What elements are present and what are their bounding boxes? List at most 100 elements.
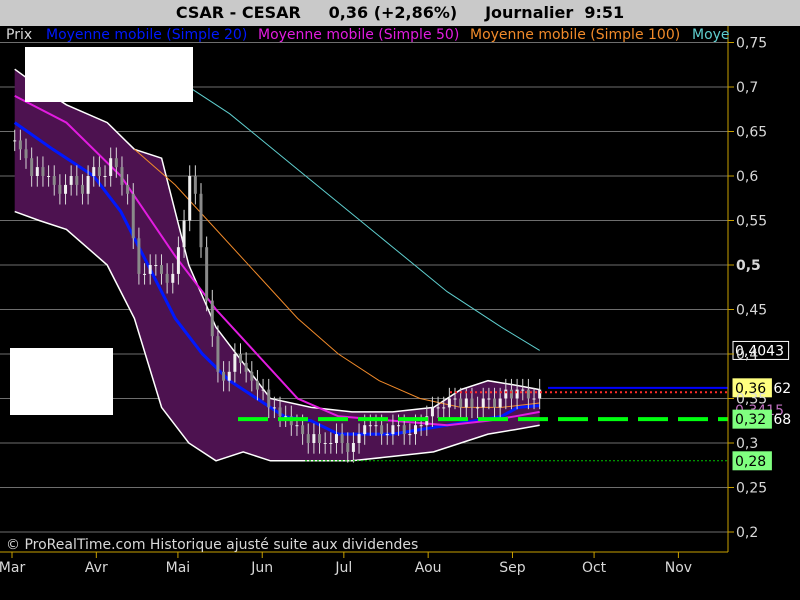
candle-body [41, 167, 45, 176]
candle-body [137, 238, 141, 274]
hidden-box [10, 348, 113, 415]
candle-body [233, 354, 237, 372]
candle-body [222, 371, 226, 381]
x-tick-label: Aou [415, 560, 442, 576]
x-tick-label: Nov [665, 560, 692, 576]
x-tick-label: Sep [499, 560, 526, 576]
level-extra: 62 [773, 381, 791, 397]
candle-body [120, 167, 124, 185]
candle-body [126, 184, 130, 194]
candle-body [188, 176, 192, 221]
candle-body [52, 176, 56, 185]
candle-body [498, 398, 502, 408]
candle-body [521, 389, 525, 391]
candle-body [103, 176, 107, 177]
legend-entry: Prix [6, 27, 32, 43]
level-label: 0,28 [735, 454, 766, 470]
candle-body [329, 443, 333, 444]
candle-body [272, 407, 276, 409]
candle-body [538, 389, 542, 399]
candle-body [148, 265, 152, 274]
candle-body [402, 425, 406, 435]
candle-body [312, 434, 316, 443]
candle-body [165, 273, 169, 283]
candle-body [413, 425, 417, 435]
x-tick-label: Mai [166, 560, 191, 576]
candle-body [509, 389, 513, 399]
candle-body [18, 140, 22, 150]
candle-body [351, 443, 355, 452]
candle-body [216, 336, 220, 372]
y-tick-label: 0,6 [736, 169, 758, 185]
candle-body [380, 425, 384, 435]
candle-body [453, 398, 457, 400]
candle-body [442, 407, 446, 409]
candle-body [255, 380, 259, 390]
legend-entry: Moyenne mobile (Simple 20) [46, 27, 247, 43]
candle-body [295, 425, 299, 427]
candle-body [261, 389, 265, 391]
level-label: 0,32 [735, 412, 766, 428]
y-tick-label: 0,3 [736, 436, 758, 452]
y-tick-label: 0,45 [736, 303, 767, 319]
candle-body [318, 434, 322, 443]
candle-body [493, 398, 497, 408]
candle-body [346, 443, 350, 452]
candle-body [526, 389, 530, 399]
candle-body [154, 265, 158, 266]
candle-body [278, 407, 282, 417]
candle-body [210, 300, 214, 337]
x-tick-label: Mar [0, 560, 25, 576]
level-extra: 68 [773, 412, 791, 428]
y-tick-label: 0,65 [736, 125, 767, 141]
candle-body [334, 434, 338, 443]
candle-body [227, 371, 231, 381]
legend-entry: Moyenne mobile (Simple 50) [258, 27, 459, 43]
x-tick-label: Oct [582, 560, 607, 576]
candle-body [159, 265, 163, 274]
candle-body [504, 389, 508, 399]
candle-body [340, 434, 344, 443]
candle-body [323, 443, 327, 444]
candle-body [205, 247, 209, 301]
candle-body [515, 389, 519, 399]
candle-body [199, 193, 203, 248]
y-tick-label: 0,4 [736, 347, 758, 363]
candle-body [470, 398, 474, 408]
y-tick-label: 0,25 [736, 481, 767, 497]
candle-body [363, 425, 367, 435]
candle-body [374, 425, 378, 427]
y-tick-label: 0,35 [736, 392, 767, 408]
x-tick-label: Avr [85, 560, 108, 576]
candle-body [193, 176, 197, 194]
candle-body [459, 398, 463, 408]
candle-body [267, 389, 271, 408]
candle-body [476, 407, 480, 409]
candle-body [47, 176, 51, 177]
candle-body [131, 193, 135, 239]
candle-body [75, 176, 79, 185]
y-tick-label: 0,2 [736, 525, 758, 541]
candle-body [436, 407, 440, 409]
candle-body [447, 398, 451, 408]
candle-body [385, 434, 389, 436]
candle-body [80, 184, 84, 194]
candle-body [532, 398, 536, 400]
y-tick-label: 0,5 [736, 258, 761, 274]
chart-legend: Prix Moyenne mobile (Simple 20) Moyenne mo… [6, 27, 730, 43]
candle-body [250, 371, 254, 381]
x-tick-label: Jun [250, 560, 273, 576]
candle-body [64, 184, 68, 194]
candle-body [58, 184, 62, 194]
chart-axes: 0,2 0,25 0,3 0,35 0,4 0,45 0,5 0,55 0,6 0,65 0,7 0,… [0, 26, 767, 576]
copyright-note: © ProRealTime.com Historique ajusté suit… [6, 537, 418, 553]
candle-body [244, 362, 248, 372]
candle-body [171, 273, 175, 283]
candle-body [114, 158, 118, 168]
x-tick-label: Jul [334, 560, 352, 576]
candle-body [430, 407, 434, 417]
candle-body [239, 354, 243, 363]
legend-entry: Moyenne mobile (Simple 100) [470, 27, 680, 43]
candle-body [408, 434, 412, 436]
candle-body [464, 398, 468, 408]
